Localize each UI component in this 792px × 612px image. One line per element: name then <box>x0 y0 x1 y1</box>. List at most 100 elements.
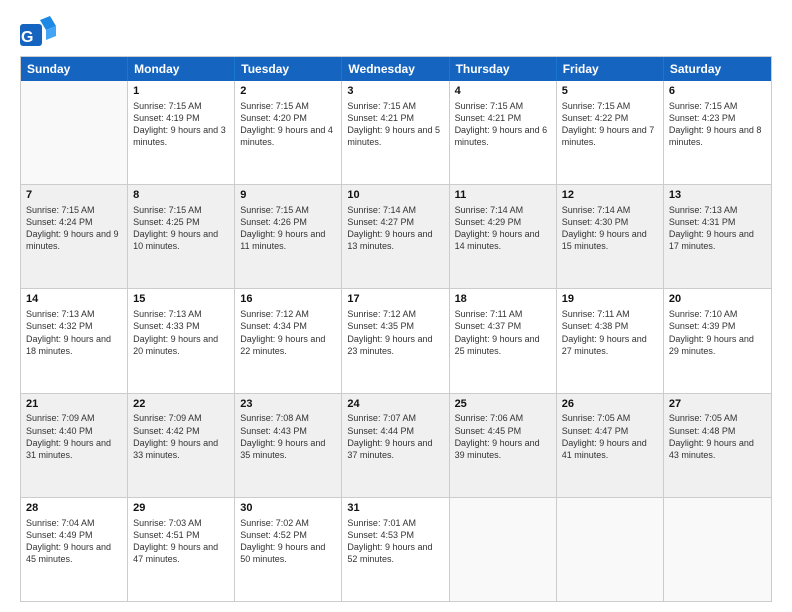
logo: G <box>20 16 60 48</box>
header-day-thursday: Thursday <box>450 57 557 81</box>
sunrise-text: Sunrise: 7:11 AM <box>562 308 658 320</box>
day-number: 28 <box>26 501 122 516</box>
calendar-cell: 16Sunrise: 7:12 AMSunset: 4:34 PMDayligh… <box>235 289 342 392</box>
calendar-cell: 13Sunrise: 7:13 AMSunset: 4:31 PMDayligh… <box>664 185 771 288</box>
sunset-text: Sunset: 4:21 PM <box>347 112 443 124</box>
day-number: 2 <box>240 84 336 99</box>
daylight-text: Daylight: 9 hours and 4 minutes. <box>240 124 336 148</box>
daylight-text: Daylight: 9 hours and 13 minutes. <box>347 228 443 252</box>
logo-icon: G <box>20 16 56 48</box>
sunset-text: Sunset: 4:49 PM <box>26 529 122 541</box>
calendar-cell: 4Sunrise: 7:15 AMSunset: 4:21 PMDaylight… <box>450 81 557 184</box>
calendar-cell: 25Sunrise: 7:06 AMSunset: 4:45 PMDayligh… <box>450 394 557 497</box>
sunrise-text: Sunrise: 7:02 AM <box>240 517 336 529</box>
daylight-text: Daylight: 9 hours and 41 minutes. <box>562 437 658 461</box>
calendar-cell <box>21 81 128 184</box>
calendar-cell: 18Sunrise: 7:11 AMSunset: 4:37 PMDayligh… <box>450 289 557 392</box>
sunset-text: Sunset: 4:45 PM <box>455 425 551 437</box>
day-number: 14 <box>26 292 122 307</box>
sunset-text: Sunset: 4:22 PM <box>562 112 658 124</box>
day-number: 21 <box>26 397 122 412</box>
daylight-text: Daylight: 9 hours and 23 minutes. <box>347 333 443 357</box>
sunrise-text: Sunrise: 7:06 AM <box>455 412 551 424</box>
daylight-text: Daylight: 9 hours and 37 minutes. <box>347 437 443 461</box>
calendar-cell: 31Sunrise: 7:01 AMSunset: 4:53 PMDayligh… <box>342 498 449 601</box>
day-number: 22 <box>133 397 229 412</box>
daylight-text: Daylight: 9 hours and 5 minutes. <box>347 124 443 148</box>
sunset-text: Sunset: 4:33 PM <box>133 320 229 332</box>
day-number: 24 <box>347 397 443 412</box>
sunset-text: Sunset: 4:27 PM <box>347 216 443 228</box>
calendar-cell: 17Sunrise: 7:12 AMSunset: 4:35 PMDayligh… <box>342 289 449 392</box>
calendar-cell: 23Sunrise: 7:08 AMSunset: 4:43 PMDayligh… <box>235 394 342 497</box>
header-day-friday: Friday <box>557 57 664 81</box>
daylight-text: Daylight: 9 hours and 25 minutes. <box>455 333 551 357</box>
day-number: 27 <box>669 397 766 412</box>
daylight-text: Daylight: 9 hours and 9 minutes. <box>26 228 122 252</box>
sunrise-text: Sunrise: 7:14 AM <box>562 204 658 216</box>
day-number: 5 <box>562 84 658 99</box>
sunrise-text: Sunrise: 7:14 AM <box>347 204 443 216</box>
sunset-text: Sunset: 4:47 PM <box>562 425 658 437</box>
day-number: 31 <box>347 501 443 516</box>
calendar-row-2: 14Sunrise: 7:13 AMSunset: 4:32 PMDayligh… <box>21 288 771 392</box>
page: G SundayMondayTuesdayWednesdayThursdayFr… <box>0 0 792 612</box>
sunset-text: Sunset: 4:52 PM <box>240 529 336 541</box>
calendar-row-1: 7Sunrise: 7:15 AMSunset: 4:24 PMDaylight… <box>21 184 771 288</box>
calendar-cell: 3Sunrise: 7:15 AMSunset: 4:21 PMDaylight… <box>342 81 449 184</box>
sunset-text: Sunset: 4:43 PM <box>240 425 336 437</box>
sunset-text: Sunset: 4:42 PM <box>133 425 229 437</box>
sunset-text: Sunset: 4:34 PM <box>240 320 336 332</box>
daylight-text: Daylight: 9 hours and 10 minutes. <box>133 228 229 252</box>
header-day-monday: Monday <box>128 57 235 81</box>
daylight-text: Daylight: 9 hours and 43 minutes. <box>669 437 766 461</box>
day-number: 7 <box>26 188 122 203</box>
sunrise-text: Sunrise: 7:05 AM <box>669 412 766 424</box>
sunrise-text: Sunrise: 7:09 AM <box>26 412 122 424</box>
daylight-text: Daylight: 9 hours and 29 minutes. <box>669 333 766 357</box>
sunset-text: Sunset: 4:44 PM <box>347 425 443 437</box>
header-day-tuesday: Tuesday <box>235 57 342 81</box>
sunrise-text: Sunrise: 7:15 AM <box>133 100 229 112</box>
calendar-cell: 21Sunrise: 7:09 AMSunset: 4:40 PMDayligh… <box>21 394 128 497</box>
calendar-cell: 6Sunrise: 7:15 AMSunset: 4:23 PMDaylight… <box>664 81 771 184</box>
daylight-text: Daylight: 9 hours and 14 minutes. <box>455 228 551 252</box>
calendar-cell: 1Sunrise: 7:15 AMSunset: 4:19 PMDaylight… <box>128 81 235 184</box>
calendar-cell: 8Sunrise: 7:15 AMSunset: 4:25 PMDaylight… <box>128 185 235 288</box>
sunrise-text: Sunrise: 7:15 AM <box>669 100 766 112</box>
sunset-text: Sunset: 4:51 PM <box>133 529 229 541</box>
day-number: 13 <box>669 188 766 203</box>
day-number: 10 <box>347 188 443 203</box>
calendar-cell: 26Sunrise: 7:05 AMSunset: 4:47 PMDayligh… <box>557 394 664 497</box>
sunset-text: Sunset: 4:35 PM <box>347 320 443 332</box>
daylight-text: Daylight: 9 hours and 7 minutes. <box>562 124 658 148</box>
sunrise-text: Sunrise: 7:13 AM <box>26 308 122 320</box>
sunrise-text: Sunrise: 7:11 AM <box>455 308 551 320</box>
sunrise-text: Sunrise: 7:15 AM <box>133 204 229 216</box>
day-number: 4 <box>455 84 551 99</box>
day-number: 15 <box>133 292 229 307</box>
sunrise-text: Sunrise: 7:13 AM <box>669 204 766 216</box>
daylight-text: Daylight: 9 hours and 39 minutes. <box>455 437 551 461</box>
sunrise-text: Sunrise: 7:15 AM <box>347 100 443 112</box>
sunset-text: Sunset: 4:53 PM <box>347 529 443 541</box>
calendar-body: 1Sunrise: 7:15 AMSunset: 4:19 PMDaylight… <box>21 81 771 601</box>
day-number: 17 <box>347 292 443 307</box>
calendar-cell: 30Sunrise: 7:02 AMSunset: 4:52 PMDayligh… <box>235 498 342 601</box>
sunset-text: Sunset: 4:23 PM <box>669 112 766 124</box>
sunset-text: Sunset: 4:30 PM <box>562 216 658 228</box>
calendar-cell: 2Sunrise: 7:15 AMSunset: 4:20 PMDaylight… <box>235 81 342 184</box>
calendar-cell: 29Sunrise: 7:03 AMSunset: 4:51 PMDayligh… <box>128 498 235 601</box>
day-number: 1 <box>133 84 229 99</box>
header-day-wednesday: Wednesday <box>342 57 449 81</box>
day-number: 20 <box>669 292 766 307</box>
calendar-cell: 15Sunrise: 7:13 AMSunset: 4:33 PMDayligh… <box>128 289 235 392</box>
daylight-text: Daylight: 9 hours and 45 minutes. <box>26 541 122 565</box>
sunrise-text: Sunrise: 7:12 AM <box>347 308 443 320</box>
sunset-text: Sunset: 4:20 PM <box>240 112 336 124</box>
sunset-text: Sunset: 4:48 PM <box>669 425 766 437</box>
day-number: 3 <box>347 84 443 99</box>
sunrise-text: Sunrise: 7:08 AM <box>240 412 336 424</box>
sunrise-text: Sunrise: 7:01 AM <box>347 517 443 529</box>
sunrise-text: Sunrise: 7:15 AM <box>562 100 658 112</box>
